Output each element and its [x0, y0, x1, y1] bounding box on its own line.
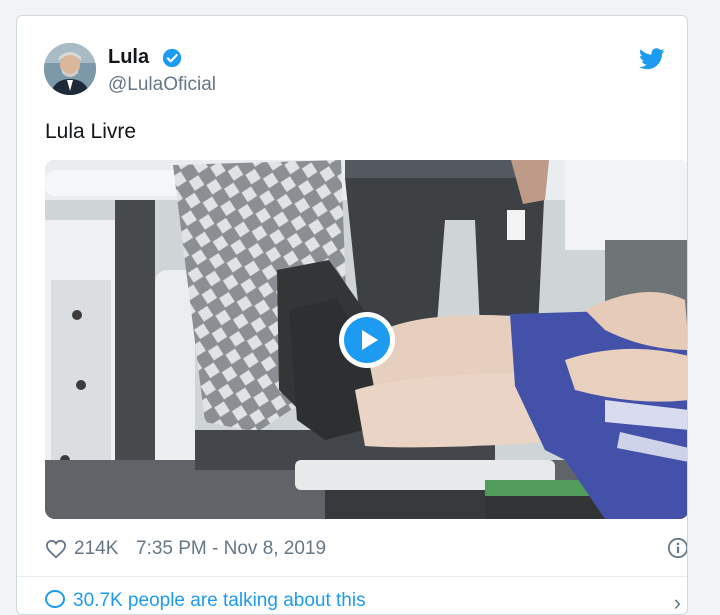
author-handle[interactable]: @LulaOficial — [108, 74, 216, 96]
video-player[interactable] — [45, 160, 687, 519]
comment-icon — [45, 590, 65, 608]
tweet-timestamp[interactable]: 7:35 PM - Nov 8, 2019 — [136, 538, 326, 560]
chevron-right-icon[interactable]: › — [674, 590, 681, 614]
verified-badge-icon — [162, 48, 182, 68]
info-icon[interactable] — [667, 537, 688, 559]
tweet-footer: 214K 7:35 PM - Nov 8, 2019 — [45, 537, 688, 561]
play-icon — [344, 317, 390, 363]
avatar[interactable] — [44, 43, 96, 95]
conversation-text: 30.7K people are talking about this — [73, 590, 366, 611]
twitter-bird-icon[interactable] — [639, 48, 665, 70]
tweet-card[interactable]: Lula @LulaOficial Lula Livre 214K 7:35 P… — [16, 15, 688, 615]
heart-icon[interactable] — [45, 539, 67, 559]
like-count[interactable]: 214K — [74, 538, 118, 560]
conversation-link[interactable]: 30.7K people are talking about this › — [45, 590, 687, 614]
play-button[interactable] — [339, 312, 395, 368]
divider — [17, 576, 687, 577]
tweet-text: Lula Livre — [45, 120, 137, 143]
author-name[interactable]: Lula — [108, 46, 149, 69]
